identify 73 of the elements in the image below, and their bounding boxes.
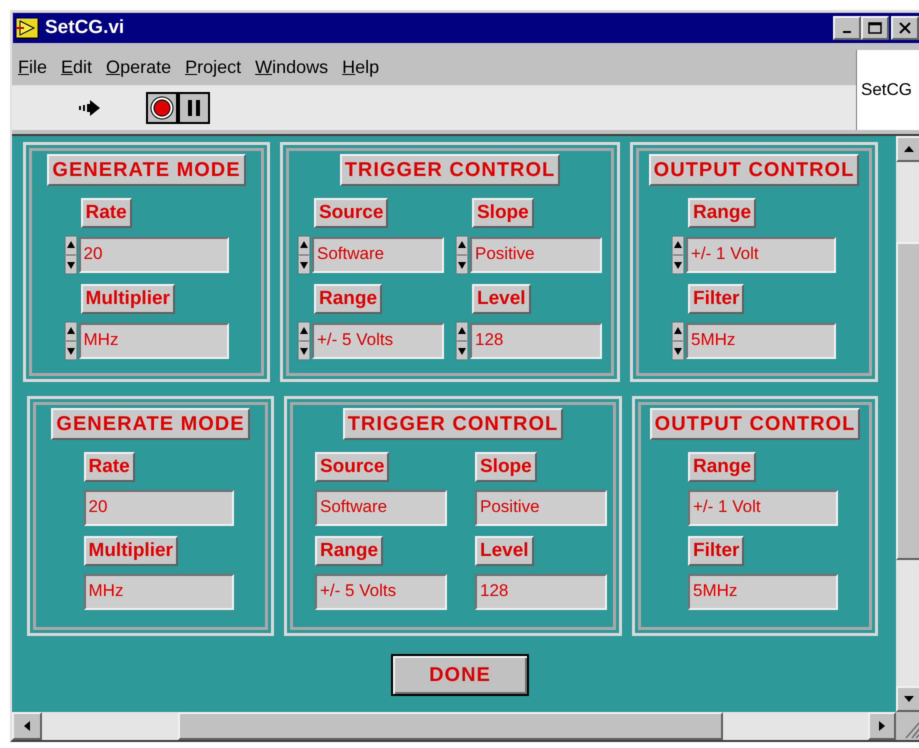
input-field[interactable]: Software bbox=[312, 237, 444, 273]
menu-item[interactable]: Help bbox=[342, 54, 380, 81]
display-field: Positive bbox=[475, 490, 607, 526]
spinner-icon[interactable] bbox=[64, 322, 76, 360]
input-field[interactable]: 128 bbox=[470, 323, 602, 359]
display-field: +/- 5 Volts bbox=[315, 574, 447, 610]
input-field[interactable]: 20 bbox=[78, 237, 228, 273]
spinner-icon[interactable] bbox=[64, 236, 76, 274]
menu-item[interactable]: Windows bbox=[255, 54, 328, 81]
scroll-down-icon[interactable] bbox=[904, 696, 914, 702]
spinner-icon[interactable] bbox=[298, 322, 310, 360]
field-label: Range bbox=[315, 536, 384, 566]
display-field: 20 bbox=[84, 490, 234, 526]
field-label: Range bbox=[688, 452, 756, 482]
input-field[interactable]: +/- 5 Volts bbox=[312, 323, 444, 359]
maximize-icon bbox=[868, 22, 882, 34]
display-field: +/- 1 Volt bbox=[688, 490, 838, 526]
field-label: Level bbox=[472, 284, 531, 314]
app-icon bbox=[15, 17, 39, 39]
field-label: Source bbox=[314, 198, 388, 228]
field-label: Level bbox=[475, 536, 534, 566]
field-label: Slope bbox=[475, 452, 537, 482]
field-label: Filter bbox=[688, 284, 744, 314]
field-label: Source bbox=[315, 452, 390, 482]
input-field[interactable]: 5MHz bbox=[686, 323, 836, 359]
cluster-title: GENERATE MODE bbox=[51, 408, 250, 440]
menu-item[interactable]: File bbox=[18, 54, 48, 81]
field-label: Rate bbox=[84, 452, 135, 482]
minimize-icon bbox=[843, 31, 851, 33]
menu-item[interactable]: Edit bbox=[61, 54, 92, 81]
scroll-right-icon[interactable] bbox=[879, 721, 885, 731]
menu-item[interactable]: Project bbox=[185, 54, 242, 81]
field-label: Slope bbox=[472, 198, 534, 228]
close-button[interactable] bbox=[891, 16, 919, 40]
field-label: Filter bbox=[688, 536, 744, 566]
display-field: 5MHz bbox=[688, 574, 838, 610]
field-label: Multiplier bbox=[80, 284, 175, 314]
field-label: Range bbox=[688, 198, 756, 228]
display-field: MHz bbox=[84, 574, 234, 610]
spinner-icon[interactable] bbox=[672, 322, 684, 360]
scroll-left-icon[interactable] bbox=[24, 721, 30, 731]
cluster-title: OUTPUT CONTROL bbox=[650, 408, 860, 440]
cluster-title: OUTPUT CONTROL bbox=[648, 154, 860, 186]
cluster-title: GENERATE MODE bbox=[47, 154, 246, 186]
stop-button[interactable] bbox=[146, 92, 178, 124]
spinner-icon[interactable] bbox=[298, 236, 310, 274]
spinner-icon[interactable] bbox=[672, 236, 684, 274]
input-field[interactable]: Positive bbox=[470, 237, 602, 273]
vertical-scrollbar[interactable] bbox=[896, 136, 919, 712]
cluster-title: TRIGGER CONTROL bbox=[342, 408, 564, 440]
spinner-icon[interactable] bbox=[456, 322, 468, 360]
minimize-button[interactable] bbox=[833, 16, 861, 40]
vi-icon-label: SetCG bbox=[856, 50, 919, 130]
run-arrow-icon[interactable] bbox=[78, 98, 102, 118]
window-title: SetCG.vi bbox=[45, 16, 124, 40]
cluster-title: TRIGGER CONTROL bbox=[340, 154, 560, 186]
pause-icon bbox=[187, 99, 201, 117]
close-icon bbox=[898, 22, 912, 34]
input-field[interactable]: MHz bbox=[78, 323, 228, 359]
horizontal-scrollbar[interactable] bbox=[12, 712, 896, 740]
field-label: Rate bbox=[80, 198, 132, 228]
done-button[interactable]: DONE bbox=[391, 654, 529, 696]
maximize-button[interactable] bbox=[861, 16, 889, 40]
menu-item[interactable]: Operate bbox=[106, 54, 172, 81]
field-label: Multiplier bbox=[84, 536, 178, 566]
pause-button[interactable] bbox=[178, 92, 210, 124]
display-field: 128 bbox=[475, 574, 607, 610]
scroll-up-icon[interactable] bbox=[904, 146, 914, 152]
stop-icon bbox=[150, 96, 174, 120]
display-field: Software bbox=[315, 490, 447, 526]
spinner-icon[interactable] bbox=[456, 236, 468, 274]
field-label: Range bbox=[314, 284, 382, 314]
input-field[interactable]: +/- 1 Volt bbox=[686, 237, 836, 273]
